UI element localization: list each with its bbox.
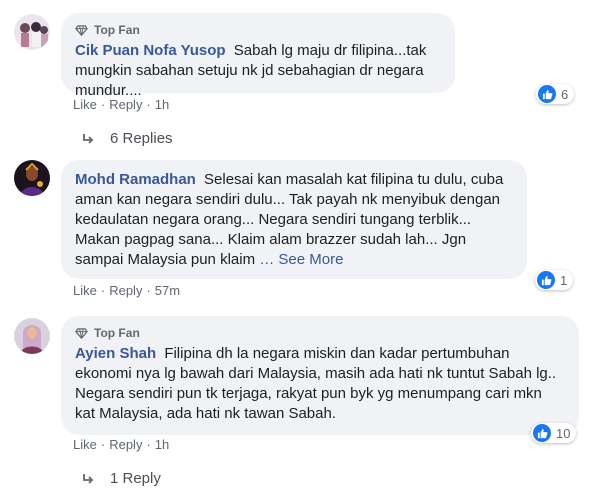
reply-arrow-icon (83, 133, 94, 144)
reaction-count[interactable]: 1 (535, 270, 574, 290)
like-link[interactable]: Like (73, 97, 97, 112)
comment-author[interactable]: Ayien Shah (75, 345, 156, 362)
reaction-number: 10 (556, 425, 571, 441)
comment-bubble: Top Fan Ayien Shah Filipina dh la negara… (61, 316, 579, 435)
top-fan-label: Top Fan (94, 326, 140, 340)
comment-author[interactable]: Cik Puan Nofa Yusop (75, 42, 226, 59)
thumbs-up-icon (538, 85, 556, 103)
thumbs-up-icon (537, 271, 555, 289)
like-link[interactable]: Like (73, 283, 97, 298)
diamond-icon (75, 327, 88, 339)
comment-time[interactable]: 1h (155, 437, 169, 452)
comment-actions: Like · Reply · 57m (73, 283, 181, 298)
reaction-count[interactable]: 10 (531, 423, 577, 443)
reply-link[interactable]: Reply (109, 97, 142, 112)
top-fan-badge: Top Fan (75, 23, 441, 37)
comment-author[interactable]: Mohd Ramadhan (75, 171, 196, 188)
reply-link[interactable]: Reply (109, 283, 142, 298)
reply-arrow-icon (83, 473, 94, 484)
top-fan-label: Top Fan (94, 23, 140, 37)
comment-bubble: Mohd Ramadhan Selesai kan masalah kat fi… (61, 160, 527, 279)
reply-link[interactable]: Reply (109, 437, 142, 452)
diamond-icon (75, 24, 88, 36)
top-fan-badge: Top Fan (75, 326, 565, 340)
avatar[interactable] (14, 160, 50, 196)
like-link[interactable]: Like (73, 437, 97, 452)
comment-time[interactable]: 1h (155, 97, 169, 112)
avatar[interactable] (14, 14, 50, 50)
reaction-number: 6 (561, 86, 569, 102)
replies-label[interactable]: 6 Replies (110, 130, 173, 147)
comment-actions: Like · Reply · 1h (73, 97, 170, 112)
see-more-link[interactable]: … See More (259, 251, 343, 268)
comment-actions: Like · Reply · 1h (73, 437, 170, 452)
view-replies-link[interactable]: 1 Reply (82, 470, 161, 487)
reaction-number: 1 (560, 272, 568, 288)
reaction-count[interactable]: 6 (536, 84, 575, 104)
comment-bubble: Top Fan Cik Puan Nofa Yusop Sabah lg maj… (61, 13, 455, 99)
thumbs-up-icon (533, 424, 551, 442)
comment-time[interactable]: 57m (155, 283, 180, 298)
replies-label[interactable]: 1 Reply (110, 470, 161, 487)
avatar[interactable] (14, 318, 50, 354)
view-replies-link[interactable]: 6 Replies (82, 130, 173, 147)
